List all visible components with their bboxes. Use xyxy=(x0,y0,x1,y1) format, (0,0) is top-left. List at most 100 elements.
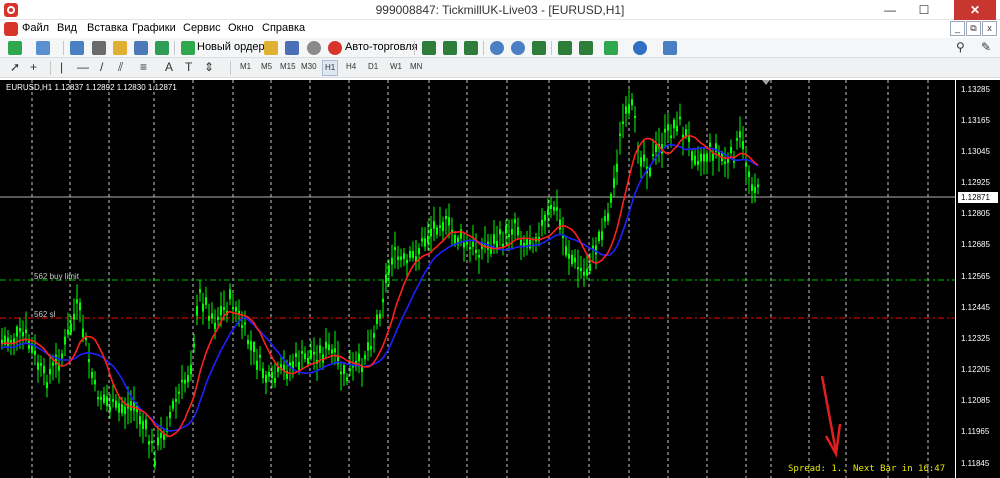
candle-body-218 xyxy=(655,144,657,153)
menu-help[interactable]: Справка xyxy=(262,22,305,34)
templates-icon[interactable] xyxy=(663,41,677,55)
terminal-icon[interactable] xyxy=(134,41,148,55)
tile-windows-icon[interactable] xyxy=(532,41,546,55)
candle-body-166 xyxy=(499,229,501,235)
menu-tools[interactable]: Сервис xyxy=(183,22,221,34)
new-order-button[interactable]: Новый ордер xyxy=(197,41,265,53)
timeframe-d1[interactable]: D1 xyxy=(368,62,378,71)
candle-body-131 xyxy=(394,247,396,251)
timeframe-m15[interactable]: M15 xyxy=(280,62,296,71)
candle-body-129 xyxy=(388,265,390,274)
chart-canvas[interactable] xyxy=(0,80,955,478)
candle-body-56 xyxy=(169,411,171,419)
candle-body-69 xyxy=(208,315,210,321)
candle-body-224 xyxy=(673,119,675,129)
market-watch-icon[interactable] xyxy=(70,41,84,55)
candle-body-197 xyxy=(592,245,594,249)
candle-body-232 xyxy=(697,160,699,165)
chart-window-icon[interactable] xyxy=(4,22,18,36)
candlestick-icon[interactable] xyxy=(443,41,457,55)
candle-body-164 xyxy=(493,234,495,244)
chart-restore-button[interactable]: ⧉ xyxy=(966,21,981,36)
strategy-tester-icon[interactable] xyxy=(155,41,169,55)
timeframe-m30[interactable]: M30 xyxy=(301,62,317,71)
candle-body-65 xyxy=(196,306,198,316)
auto-scroll-icon[interactable] xyxy=(558,41,572,55)
candle-body-137 xyxy=(412,251,414,258)
line-chart-icon[interactable] xyxy=(464,41,478,55)
trendline-icon[interactable]: / xyxy=(100,60,103,74)
price-level: 1.11965 xyxy=(961,427,990,436)
horizontal-line-icon[interactable]: — xyxy=(77,60,89,74)
menu-window[interactable]: Окно xyxy=(228,22,254,34)
search-icon[interactable]: ⚲ xyxy=(956,40,965,54)
market-icon[interactable] xyxy=(307,41,321,55)
candle-body-46 xyxy=(139,416,141,425)
candle-body-245 xyxy=(736,138,738,141)
timeframe-h4[interactable]: H4 xyxy=(346,62,356,71)
candle-body-132 xyxy=(397,256,399,260)
bar-chart-icon[interactable] xyxy=(422,41,436,55)
candle-body-38 xyxy=(115,400,117,408)
chart-shift-icon[interactable] xyxy=(579,41,593,55)
channel-icon[interactable]: ⫽ xyxy=(118,60,123,75)
fibonacci-icon[interactable]: ≡ xyxy=(140,60,147,74)
periods-icon[interactable] xyxy=(633,41,647,55)
chart-minimize-button[interactable]: _ xyxy=(950,21,965,36)
price-axis[interactable]: 1.13285 1.13165 1.13045 1.12925 1.12871 … xyxy=(955,80,1000,478)
zoom-in-icon[interactable] xyxy=(490,41,504,55)
menu-file[interactable]: Файл xyxy=(22,22,49,34)
candle-body-143 xyxy=(430,228,432,237)
menu-insert[interactable]: Вставка xyxy=(87,22,128,34)
minimize-button[interactable]: — xyxy=(876,0,904,20)
timeframe-m5[interactable]: M5 xyxy=(261,62,272,71)
new-order-icon[interactable] xyxy=(181,41,195,55)
metaeditor-icon[interactable] xyxy=(264,41,278,55)
signals-icon[interactable] xyxy=(285,41,299,55)
candle-body-198 xyxy=(595,245,597,255)
candle-body-57 xyxy=(172,400,174,409)
candle-body-27 xyxy=(82,328,84,338)
candle-body-128 xyxy=(385,274,387,283)
chat-icon[interactable]: ✎ xyxy=(981,40,991,54)
autotrading-icon[interactable] xyxy=(328,41,342,55)
data-window-icon[interactable] xyxy=(92,41,106,55)
autotrading-button[interactable]: Авто-торговля xyxy=(345,41,418,53)
label-icon[interactable]: T xyxy=(185,60,192,74)
candle-body-135 xyxy=(406,259,408,264)
candle-body-17 xyxy=(52,362,54,366)
crosshair-icon[interactable]: + xyxy=(30,60,37,74)
candle-body-214 xyxy=(643,154,645,162)
candle-body-50 xyxy=(151,441,153,444)
chart-close-button[interactable]: x xyxy=(982,21,997,36)
candle-body-11 xyxy=(34,350,36,355)
timeframe-mn[interactable]: MN xyxy=(410,62,422,71)
timeframe-w1[interactable]: W1 xyxy=(390,62,402,71)
candle-body-60 xyxy=(181,379,183,383)
arrows-icon[interactable]: ⇕ xyxy=(204,60,214,74)
text-icon[interactable]: A xyxy=(165,60,173,74)
profiles-icon[interactable] xyxy=(36,41,50,55)
candle-body-246 xyxy=(739,131,741,138)
candle-body-100 xyxy=(301,351,303,354)
candle-body-89 xyxy=(268,371,270,377)
candle-body-242 xyxy=(727,158,729,164)
candle-body-222 xyxy=(667,124,669,131)
zoom-out-icon[interactable] xyxy=(511,41,525,55)
candle-body-151 xyxy=(454,234,456,244)
candle-body-188 xyxy=(565,246,567,256)
maximize-button[interactable]: ☐ xyxy=(910,0,938,20)
indicators-icon[interactable] xyxy=(604,41,618,55)
navigator-icon[interactable] xyxy=(113,41,127,55)
menu-view[interactable]: Вид xyxy=(57,22,77,34)
new-chart-icon[interactable] xyxy=(8,41,22,55)
candle-body-203 xyxy=(610,193,612,203)
cursor-icon[interactable]: ➚ xyxy=(10,60,20,74)
close-button[interactable]: ✕ xyxy=(954,0,996,20)
candle-body-134 xyxy=(403,253,405,260)
timeframe-h1[interactable]: H1 xyxy=(322,60,339,76)
vertical-line-icon[interactable]: | xyxy=(60,60,63,74)
menu-charts[interactable]: Графики xyxy=(132,22,176,34)
candle-body-125 xyxy=(376,314,378,324)
timeframe-m1[interactable]: M1 xyxy=(240,62,251,71)
